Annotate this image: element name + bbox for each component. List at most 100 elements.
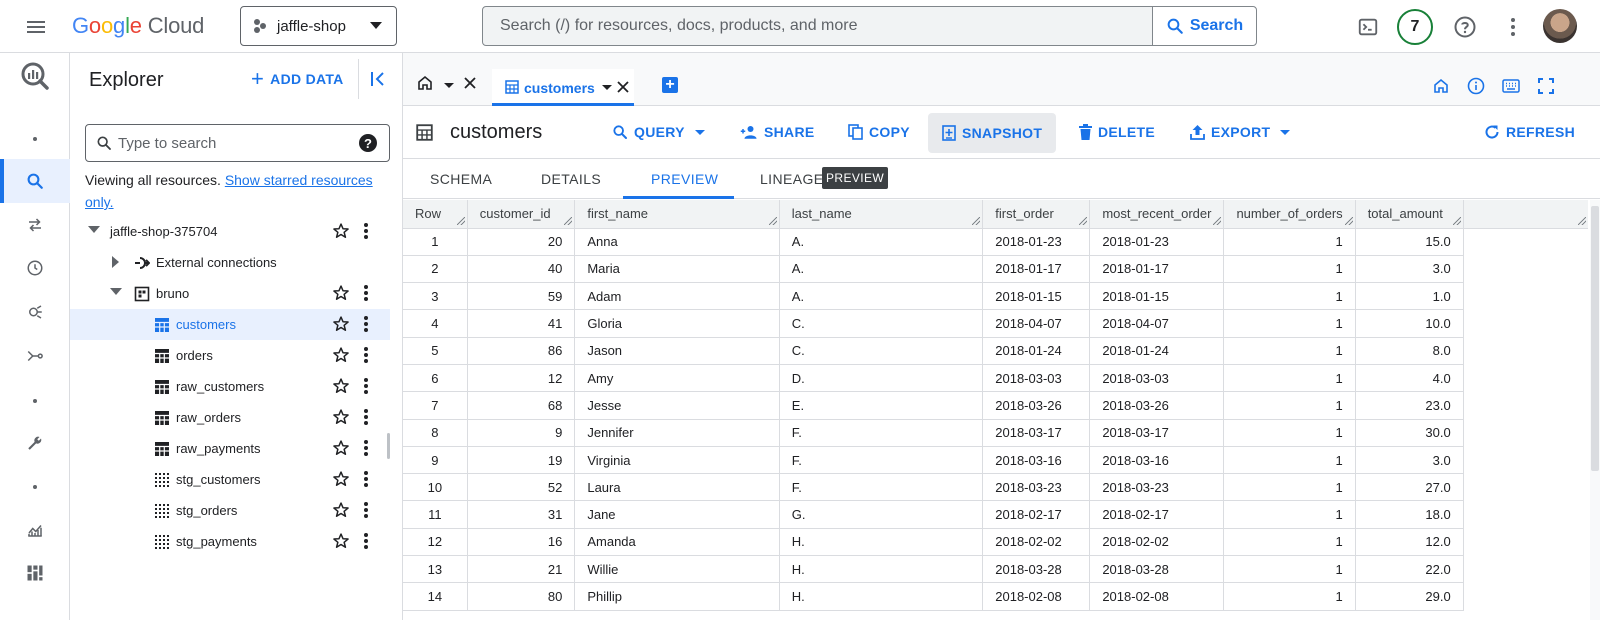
row-number-cell[interactable]: 12 bbox=[403, 528, 468, 557]
table-cell[interactable]: 2018-01-24 bbox=[1089, 337, 1225, 365]
table-cell[interactable]: 1 bbox=[1223, 228, 1356, 256]
rail-admin-wrench-icon[interactable] bbox=[23, 431, 47, 455]
home-icon[interactable] bbox=[417, 75, 433, 91]
more-vert-icon[interactable] bbox=[364, 377, 368, 395]
table-cell[interactable]: 23.0 bbox=[1355, 391, 1464, 420]
row-number-cell[interactable]: 4 bbox=[403, 309, 468, 338]
table-cell[interactable]: 2018-02-17 bbox=[982, 500, 1091, 529]
star-icon[interactable] bbox=[332, 439, 350, 457]
table-cell[interactable]: 2018-03-16 bbox=[1089, 446, 1225, 475]
table-cell[interactable]: 30.0 bbox=[1355, 419, 1464, 447]
table-cell[interactable]: 1 bbox=[1223, 555, 1356, 584]
table-cell[interactable]: 2018-01-24 bbox=[982, 337, 1091, 365]
delete-button[interactable]: DELETE bbox=[1079, 124, 1155, 140]
table-cell[interactable]: G. bbox=[779, 500, 984, 529]
more-vert-icon[interactable] bbox=[364, 284, 368, 302]
column-header[interactable]: first_order bbox=[982, 200, 1091, 229]
row-number-cell[interactable]: 2 bbox=[403, 255, 468, 284]
table-cell[interactable]: 2018-02-08 bbox=[982, 582, 1091, 611]
snapshot-button[interactable]: SNAPSHOT bbox=[928, 113, 1057, 153]
table-cell[interactable]: F. bbox=[779, 419, 984, 447]
table-cell[interactable]: 1 bbox=[1223, 282, 1356, 311]
star-icon[interactable] bbox=[332, 532, 350, 550]
table-cell[interactable]: 40 bbox=[467, 255, 576, 284]
refresh-button[interactable]: REFRESH bbox=[1484, 124, 1575, 140]
star-icon[interactable] bbox=[332, 501, 350, 519]
table-cell[interactable]: 68 bbox=[467, 391, 576, 420]
help-icon[interactable] bbox=[1452, 14, 1478, 40]
star-icon[interactable] bbox=[332, 377, 350, 395]
row-number-cell[interactable]: 13 bbox=[403, 555, 468, 584]
tab-schema[interactable]: SCHEMA bbox=[430, 171, 492, 187]
table-cell[interactable]: 59 bbox=[467, 282, 576, 311]
grid-scrollbar-thumb[interactable] bbox=[1591, 206, 1599, 471]
search-button[interactable]: Search bbox=[1152, 7, 1256, 45]
table-cell[interactable]: 2018-02-02 bbox=[982, 528, 1091, 557]
table-cell[interactable]: Virginia bbox=[574, 446, 780, 475]
table-cell[interactable]: Adam bbox=[574, 282, 780, 311]
table-cell[interactable]: 2018-04-07 bbox=[1089, 309, 1225, 338]
table-cell[interactable]: 2018-01-23 bbox=[1089, 228, 1225, 256]
star-icon[interactable] bbox=[332, 346, 350, 364]
table-cell[interactable]: 8.0 bbox=[1355, 337, 1464, 365]
column-header[interactable]: Row bbox=[403, 200, 468, 229]
table-cell[interactable]: 86 bbox=[467, 337, 576, 365]
star-icon[interactable] bbox=[332, 315, 350, 333]
tab-preview[interactable]: PREVIEW bbox=[651, 171, 718, 187]
table-cell[interactable]: 2018-03-28 bbox=[1089, 555, 1225, 584]
table-cell[interactable]: D. bbox=[779, 364, 984, 393]
add-data-button[interactable]: + ADD DATA bbox=[251, 68, 344, 90]
table-cell[interactable]: Jesse bbox=[574, 391, 780, 420]
table-cell[interactable]: 4.0 bbox=[1355, 364, 1464, 393]
more-vert-icon[interactable] bbox=[364, 439, 368, 457]
table-cell[interactable]: 2018-03-17 bbox=[982, 419, 1091, 447]
table-cell[interactable]: 10.0 bbox=[1355, 309, 1464, 338]
more-vert-icon[interactable] bbox=[364, 470, 368, 488]
rail-capacity-icon[interactable] bbox=[23, 561, 47, 585]
table-cell[interactable]: 1 bbox=[1223, 309, 1356, 338]
table-cell[interactable]: 27.0 bbox=[1355, 473, 1464, 502]
table-cell[interactable]: 1 bbox=[1223, 473, 1356, 502]
chevron-down-icon[interactable] bbox=[444, 83, 454, 88]
expand-less-icon[interactable] bbox=[110, 288, 122, 295]
column-header[interactable]: total_amount bbox=[1355, 200, 1464, 229]
table-cell[interactable]: 1 bbox=[1223, 419, 1356, 447]
explorer-scrollbar[interactable] bbox=[387, 433, 390, 459]
query-button[interactable]: QUERY bbox=[612, 124, 705, 140]
table-cell[interactable]: 31 bbox=[467, 500, 576, 529]
column-header[interactable]: number_of_orders bbox=[1223, 200, 1356, 229]
table-cell[interactable]: Laura bbox=[574, 473, 780, 502]
more-vert-icon[interactable] bbox=[364, 532, 368, 550]
google-cloud-logo[interactable]: Google Cloud bbox=[72, 13, 204, 39]
table-cell[interactable]: 29.0 bbox=[1355, 582, 1464, 611]
tab-customers[interactable]: customers bbox=[492, 69, 634, 106]
help-icon[interactable]: ? bbox=[359, 134, 377, 152]
table-cell[interactable]: Amy bbox=[574, 364, 780, 393]
project-picker[interactable]: jaffle-shop bbox=[240, 6, 397, 46]
table-cell[interactable]: 2018-04-07 bbox=[982, 309, 1091, 338]
tree-item[interactable]: raw_payments bbox=[70, 433, 390, 464]
table-cell[interactable]: 2018-01-15 bbox=[1089, 282, 1225, 311]
tab-details[interactable]: DETAILS bbox=[541, 171, 601, 187]
table-cell[interactable]: Amanda bbox=[574, 528, 780, 557]
tree-item[interactable]: raw_orders bbox=[70, 402, 390, 433]
row-number-cell[interactable]: 1 bbox=[403, 228, 468, 256]
row-number-cell[interactable]: 11 bbox=[403, 500, 468, 529]
copy-button[interactable]: COPY bbox=[848, 124, 910, 140]
table-cell[interactable]: 1 bbox=[1223, 582, 1356, 611]
share-button[interactable]: SHARE bbox=[740, 124, 815, 140]
table-cell[interactable]: 2018-03-23 bbox=[982, 473, 1091, 502]
info-icon[interactable] bbox=[1467, 77, 1485, 95]
row-number-cell[interactable]: 3 bbox=[403, 282, 468, 311]
table-cell[interactable]: 3.0 bbox=[1355, 255, 1464, 284]
table-cell[interactable]: 9 bbox=[467, 419, 576, 447]
rail-search-icon[interactable] bbox=[23, 169, 47, 193]
row-number-cell[interactable]: 9 bbox=[403, 446, 468, 475]
table-cell[interactable]: 2018-02-08 bbox=[1089, 582, 1225, 611]
tree-item[interactable]: External connections bbox=[70, 247, 390, 278]
table-cell[interactable]: 12.0 bbox=[1355, 528, 1464, 557]
table-cell[interactable]: 1 bbox=[1223, 446, 1356, 475]
rail-monitoring-icon[interactable] bbox=[23, 518, 47, 542]
table-cell[interactable]: 2018-03-17 bbox=[1089, 419, 1225, 447]
rail-transfer-icon[interactable] bbox=[23, 213, 47, 237]
